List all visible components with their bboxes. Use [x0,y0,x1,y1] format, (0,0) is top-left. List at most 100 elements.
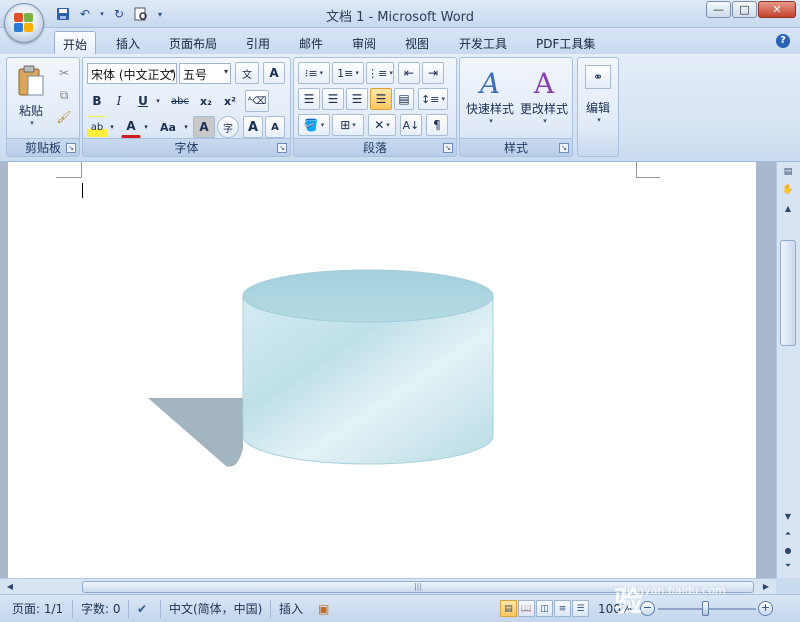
borders-button[interactable]: ⊞ ▾ [332,114,364,136]
numbering-button[interactable]: 1≡ ▾ [332,62,364,84]
justify-button[interactable]: ☰ [370,88,392,110]
underline-button[interactable]: U [133,90,153,112]
outline-view-icon[interactable]: ≡ [554,600,571,617]
bold-button[interactable]: B [87,90,107,112]
binoculars-icon: ⚭ [585,65,611,89]
editing-button[interactable]: ⚭ 编辑 ▾ [580,60,616,140]
paste-button[interactable]: 粘贴 ▾ [11,60,51,130]
scroll-down-arrow-icon[interactable]: ▼ [780,508,796,524]
change-styles-button[interactable]: A 更改样式 ▾ [518,60,570,132]
align-left-button[interactable]: ☰ [298,88,320,110]
next-page-icon[interactable]: ⏷ [780,558,796,574]
vertical-scroll-thumb[interactable] [780,240,796,346]
tab-home[interactable]: 开始 [54,31,97,54]
strikethrough-button[interactable]: abc [167,90,193,112]
font-launcher-icon[interactable]: ↘ [277,143,287,153]
highlight-button[interactable]: ab [87,116,107,138]
vertical-scrollbar[interactable]: ▤ ✋ ▲ ▼ ⏶ ● ⏷ [776,162,800,578]
chinese-layout-button[interactable]: ✕ ▾ [368,114,396,136]
tab-page-layout[interactable]: 页面布局 [161,31,225,54]
proofing-icon[interactable]: ✔ [128,600,147,618]
align-center-button[interactable]: ☰ [322,88,344,110]
ribbon: 粘贴 ▾ ✂ ⧉ 🖌 剪贴板 ↘ 宋体 (中文正文) ▾ 五号 ▾ 文 A B I … [0,54,800,162]
char-border-button[interactable]: A [263,62,285,84]
close-button[interactable]: ✕ [758,1,796,18]
font-size-combo[interactable]: 五号 ▾ [179,63,231,84]
multilevel-list-button[interactable]: ⋮≡ ▾ [366,62,394,84]
tab-references[interactable]: 引用 [238,31,278,54]
shrink-font-button[interactable]: A [265,116,285,138]
help-icon[interactable]: ? [776,34,790,48]
bullets-button[interactable]: ⁝≡ ▾ [298,62,330,84]
grow-font-button[interactable]: A [243,116,263,138]
change-styles-label: 更改样式 [519,101,568,116]
minimize-button[interactable]: — [706,1,731,18]
format-painter-icon[interactable]: 🖌 [55,108,73,126]
page-count[interactable]: 页面: 1/1 [12,600,63,618]
change-case-button[interactable]: Aa [155,116,181,138]
tab-view[interactable]: 视图 [397,31,437,54]
clear-formatting-button[interactable]: ᴬ⌫ [245,90,269,112]
font-name-combo[interactable]: 宋体 (中文正文) ▾ [87,63,177,84]
underline-dropdown-icon[interactable]: ▾ [153,90,163,112]
document-page[interactable] [8,162,756,578]
styles-launcher-icon[interactable]: ↘ [559,143,569,153]
line-spacing-button[interactable]: ↕≡ ▾ [418,88,448,110]
increase-indent-button[interactable]: ⇥ [422,62,444,84]
copy-icon[interactable]: ⧉ [55,86,73,104]
maximize-button[interactable]: □ [732,1,757,18]
tab-insert[interactable]: 插入 [108,31,148,54]
tab-mailings[interactable]: 邮件 [291,31,331,54]
print-layout-view-icon[interactable]: ▤ [500,600,517,617]
ribbon-tabs: 开始 插入 页面布局 引用 邮件 审阅 视图 开发工具 PDF工具集 ? [0,28,800,54]
show-marks-button[interactable]: ¶ [426,114,448,136]
scroll-left-arrow-icon[interactable]: ◀ [4,581,16,593]
char-shading-button[interactable]: A [193,116,215,138]
scroll-up-arrow-icon[interactable]: ▲ [780,200,796,216]
enclose-chars-button[interactable]: 字 [217,116,239,138]
tab-developer[interactable]: 开发工具 [451,31,515,54]
zoom-out-icon[interactable]: − [640,601,655,616]
superscript-button[interactable]: x² [219,90,241,112]
font-color-button[interactable]: A [121,116,141,138]
styles-group-label: 样式 [460,138,572,156]
draft-view-icon[interactable]: ☰ [572,600,589,617]
ruler-toggle-icon[interactable]: ▤ [780,164,796,180]
zoom-slider-knob[interactable] [702,601,709,616]
language-status[interactable]: 中文(简体，中国) [160,600,262,618]
decrease-indent-button[interactable]: ⇤ [398,62,420,84]
previous-page-icon[interactable]: ⏶ [780,526,796,542]
highlight-dropdown-icon[interactable]: ▾ [107,116,117,138]
insert-mode-status[interactable]: 插入 [270,600,303,618]
quick-styles-button[interactable]: A 快速样式 ▾ [464,60,516,132]
clipboard-group: 粘贴 ▾ ✂ ⧉ 🖌 剪贴板 ↘ [6,57,80,157]
phonetic-guide-button[interactable]: 文 [235,62,259,84]
styles-group: A 快速样式 ▾ A 更改样式 ▾ 样式 ↘ [459,57,573,157]
text-cursor [82,183,83,198]
document-area [0,162,776,578]
web-layout-view-icon[interactable]: ◫ [536,600,553,617]
zoom-in-icon[interactable]: + [758,601,773,616]
cut-icon[interactable]: ✂ [55,64,73,82]
paste-dropdown-icon: ▾ [30,118,34,127]
pan-hand-icon[interactable]: ✋ [780,182,796,198]
office-button[interactable] [4,3,44,43]
tab-review[interactable]: 审阅 [344,31,384,54]
tab-pdf-tools[interactable]: PDF工具集 [528,31,603,54]
quick-styles-icon: A [479,66,501,100]
macro-record-icon[interactable]: ▣ [318,600,329,618]
italic-button[interactable]: I [109,90,129,112]
subscript-button[interactable]: x₂ [195,90,217,112]
sort-button[interactable]: A↓ [400,114,422,136]
paragraph-launcher-icon[interactable]: ↘ [443,143,453,153]
word-count[interactable]: 字数: 0 [72,600,121,618]
distributed-button[interactable]: ▤ [394,88,414,110]
cylinder-shape[interactable] [138,266,508,476]
align-right-button[interactable]: ☰ [346,88,368,110]
shading-button[interactable]: 🪣 ▾ [298,114,330,136]
select-browse-object-icon[interactable]: ● [780,542,796,558]
change-case-dropdown-icon[interactable]: ▾ [181,116,191,138]
clipboard-launcher-icon[interactable]: ↘ [66,143,76,153]
font-color-dropdown-icon[interactable]: ▾ [141,116,151,138]
full-screen-reading-view-icon[interactable]: 📖 [518,600,535,617]
